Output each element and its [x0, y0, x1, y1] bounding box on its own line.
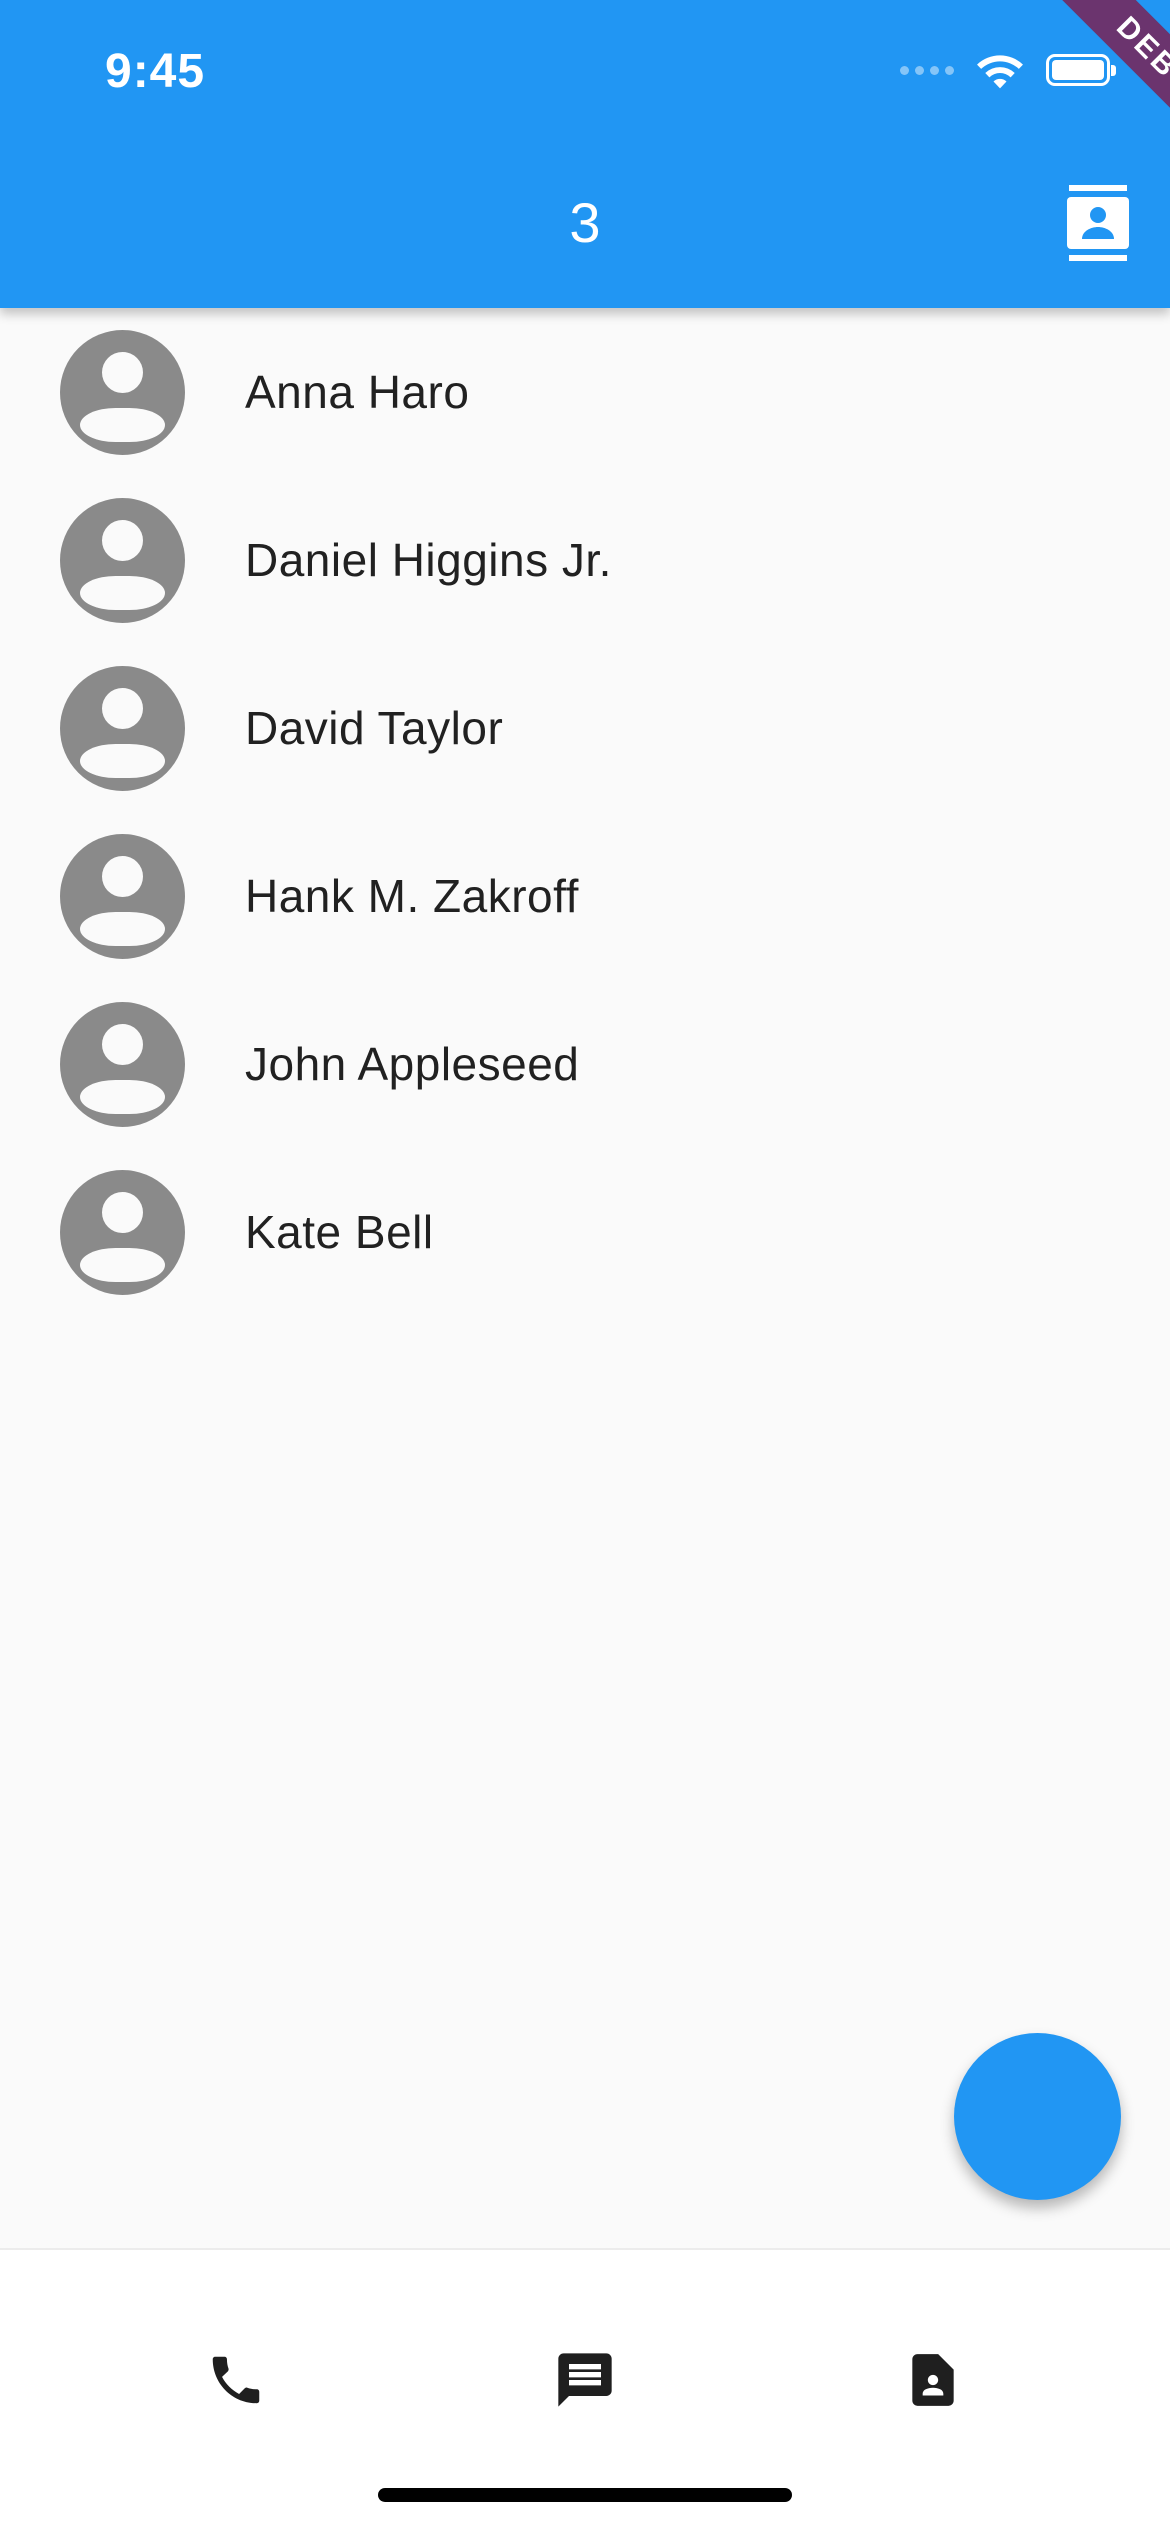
list-item[interactable]: John Appleseed [0, 980, 1170, 1148]
nav-item-messages[interactable] [525, 2320, 645, 2440]
app-bar: 9:45 3 [0, 0, 1170, 308]
contacts-button[interactable] [1060, 180, 1136, 266]
contact-name: Hank M. Zakroff [245, 870, 579, 922]
avatar [60, 1001, 185, 1127]
list-item[interactable]: David Taylor [0, 644, 1170, 812]
floating-action-button[interactable] [954, 2033, 1121, 2200]
avatar [60, 497, 185, 623]
list-item[interactable]: Kate Bell [0, 1148, 1170, 1316]
list-item[interactable]: Daniel Higgins Jr. [0, 476, 1170, 644]
avatar [60, 1169, 185, 1295]
contact-name: Daniel Higgins Jr. [245, 534, 612, 586]
phone-icon [212, 2356, 260, 2404]
list-item[interactable]: Hank M. Zakroff [0, 812, 1170, 980]
screen: 9:45 3 DEBUG Anna Haro Daniel Higgins Jr… [0, 0, 1170, 2532]
wifi-icon [977, 55, 1023, 89]
avatar [60, 329, 185, 455]
avatar [60, 665, 185, 791]
list-item[interactable]: Anna Haro [0, 308, 1170, 476]
contact-list: Anna Haro Daniel Higgins Jr. David Taylo… [0, 308, 1170, 1316]
page-title: 3 [569, 191, 601, 254]
battery-icon [1046, 54, 1116, 86]
home-indicator[interactable] [378, 2488, 792, 2502]
contact-name: Kate Bell [245, 1206, 434, 1258]
status-icons [900, 50, 1116, 90]
avatar [60, 833, 185, 959]
contact-page-icon [912, 2354, 954, 2406]
signal-icon [900, 65, 954, 75]
contacts-icon [1067, 185, 1129, 261]
contact-name: Anna Haro [245, 366, 470, 418]
status-time: 9:45 [105, 45, 206, 98]
nav-item-contact-page[interactable] [873, 2320, 993, 2440]
contact-name: John Appleseed [245, 1038, 580, 1090]
contact-name: David Taylor [245, 702, 504, 754]
nav-item-phone[interactable] [176, 2320, 296, 2440]
message-icon [558, 2353, 612, 2407]
